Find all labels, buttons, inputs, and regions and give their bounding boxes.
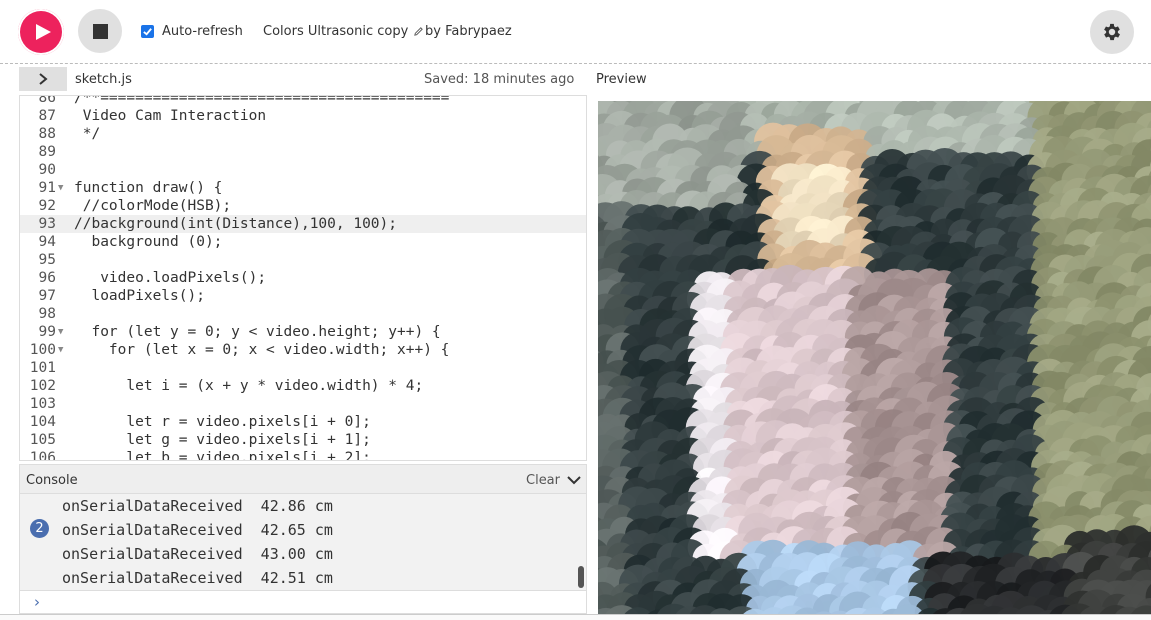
toolbar: Auto-refresh Colors Ultrasonic copy by F… xyxy=(0,0,1151,64)
code-line[interactable]: 86 /**===================================… xyxy=(20,95,586,107)
line-number: 95 xyxy=(38,252,56,268)
code-text: /**=====================================… xyxy=(74,95,450,106)
code-text: let g = video.pixels[i + 1]; xyxy=(74,432,371,448)
author-name[interactable]: by Fabrypaez xyxy=(425,24,512,39)
code-line[interactable]: 88 */ xyxy=(20,125,586,143)
auto-refresh-checkbox[interactable] xyxy=(141,25,154,38)
code-text: */ xyxy=(74,126,101,142)
code-line[interactable]: 105 let g = video.pixels[i + 1]; xyxy=(20,431,586,449)
line-number: 96 xyxy=(38,270,56,286)
console-header: Console Clear xyxy=(19,464,587,494)
line-number: 104 xyxy=(29,414,56,430)
console-title: Console xyxy=(26,473,78,488)
line-number: 93 xyxy=(38,216,56,232)
p5-editor-app: Auto-refresh Colors Ultrasonic copy by F… xyxy=(0,0,1151,620)
code-line[interactable]: 91 ▼ function draw() { xyxy=(20,179,586,197)
code-line[interactable]: 92 //colorMode(HSB); xyxy=(20,197,586,215)
code-line[interactable]: 90 xyxy=(20,161,586,179)
line-number: 87 xyxy=(38,108,56,124)
code-line[interactable]: 102 let i = (x + y * video.width) * 4; xyxy=(20,377,586,395)
code-text: let i = (x + y * video.width) * 4; xyxy=(74,378,424,394)
gear-icon xyxy=(1104,23,1120,41)
code-line[interactable]: 93 //background(int(Distance),100, 100); xyxy=(20,215,586,233)
code-text: video.loadPixels(); xyxy=(74,270,267,286)
code-line[interactable]: 87 Video Cam Interaction xyxy=(20,107,586,125)
code-line[interactable]: 95 xyxy=(20,251,586,269)
toggle-sidebar-button[interactable] xyxy=(19,67,67,91)
code-line[interactable]: 104 let r = video.pixels[i + 0]; xyxy=(20,413,586,431)
line-number: 106 xyxy=(29,450,56,461)
fold-arrow-icon[interactable]: ▼ xyxy=(58,179,63,197)
console-log-line: onSerialDataReceived 42.51 cm xyxy=(62,569,333,587)
fold-arrow-icon[interactable]: ▼ xyxy=(58,323,63,341)
auto-refresh-toggle[interactable]: Auto-refresh xyxy=(141,24,243,39)
code-text: for (let y = 0; y < video.height; y++) { xyxy=(74,324,441,340)
sketch-preview-canvas[interactable] xyxy=(598,101,1151,614)
code-line[interactable]: 103 xyxy=(20,395,586,413)
play-icon xyxy=(35,24,51,40)
code-line[interactable]: 101 xyxy=(20,359,586,377)
pencil-icon[interactable] xyxy=(413,26,424,37)
line-number: 98 xyxy=(38,306,56,322)
line-number: 86 xyxy=(38,95,56,106)
code-line[interactable]: 99 ▼ for (let y = 0; y < video.height; y+… xyxy=(20,323,586,341)
prompt-chevron-icon: › xyxy=(34,593,40,611)
console-input[interactable]: › xyxy=(19,590,587,614)
code-text: //background(int(Distance),100, 100); xyxy=(74,216,398,232)
repeat-count-badge: 2 xyxy=(30,519,49,538)
console-scrollbar[interactable] xyxy=(578,566,584,588)
code-text: let b = video.pixels[i + 2]; xyxy=(74,450,371,461)
line-number: 94 xyxy=(38,234,56,250)
saved-status: Saved: 18 minutes ago xyxy=(424,72,575,87)
code-line[interactable]: 94 background (0); xyxy=(20,233,586,251)
code-editor[interactable]: 106 let b = video.pixels[i + 2]; 105 let … xyxy=(19,95,587,461)
line-number: 92 xyxy=(38,198,56,214)
check-icon xyxy=(143,28,152,36)
fold-arrow-icon[interactable]: ▼ xyxy=(58,341,63,359)
code-line[interactable]: 100 ▼ for (let x = 0; x < video.width; x+… xyxy=(20,341,586,359)
code-line[interactable]: 96 video.loadPixels(); xyxy=(20,269,586,287)
chevron-down-icon[interactable] xyxy=(567,474,581,486)
bottom-bar xyxy=(0,614,1151,620)
line-number: 100 xyxy=(29,342,56,358)
sketch-name-text: Colors Ultrasonic copy xyxy=(263,24,409,39)
line-number: 90 xyxy=(38,162,56,178)
console-log-line: onSerialDataReceived 42.65 cm xyxy=(62,521,333,539)
code-line[interactable]: 98 xyxy=(20,305,586,323)
code-line[interactable]: 97 loadPixels(); xyxy=(20,287,586,305)
code-text: function draw() { xyxy=(74,180,223,196)
line-number: 103 xyxy=(29,396,56,412)
code-text: //colorMode(HSB); xyxy=(74,198,232,214)
file-name: sketch.js xyxy=(75,72,132,87)
console-output: 2 onSerialDataReceived 42.86 cm onSerialD… xyxy=(19,494,587,590)
auto-refresh-label: Auto-refresh xyxy=(162,24,243,39)
settings-button[interactable] xyxy=(1090,10,1134,54)
code-line[interactable]: 89 xyxy=(20,143,586,161)
console-log-line: onSerialDataReceived 42.86 cm xyxy=(62,497,333,515)
code-text: Video Cam Interaction xyxy=(74,108,267,124)
code-text: loadPixels(); xyxy=(74,288,205,304)
sketch-name[interactable]: Colors Ultrasonic copy xyxy=(263,24,424,39)
chevron-right-icon xyxy=(39,73,48,85)
line-number: 91 xyxy=(38,180,56,196)
code-text: let r = video.pixels[i + 0]; xyxy=(74,414,371,430)
line-number: 105 xyxy=(29,432,56,448)
line-number: 97 xyxy=(38,288,56,304)
code-text: background (0); xyxy=(74,234,223,250)
play-button[interactable] xyxy=(18,9,64,55)
stop-button[interactable] xyxy=(78,9,122,53)
stop-icon xyxy=(92,23,108,39)
line-number: 99 xyxy=(38,324,56,340)
preview-label: Preview xyxy=(596,72,647,87)
console-clear-button[interactable]: Clear xyxy=(526,473,560,488)
code-text: for (let x = 0; x < video.width; x++) { xyxy=(74,342,450,358)
preview-video-render xyxy=(598,101,1151,614)
console-log-line: onSerialDataReceived 43.00 cm xyxy=(62,545,333,563)
line-number: 88 xyxy=(38,126,56,142)
code-line[interactable]: 106 let b = video.pixels[i + 2]; xyxy=(20,449,586,461)
line-number: 89 xyxy=(38,144,56,160)
line-number: 101 xyxy=(29,360,56,376)
line-number: 102 xyxy=(29,378,56,394)
